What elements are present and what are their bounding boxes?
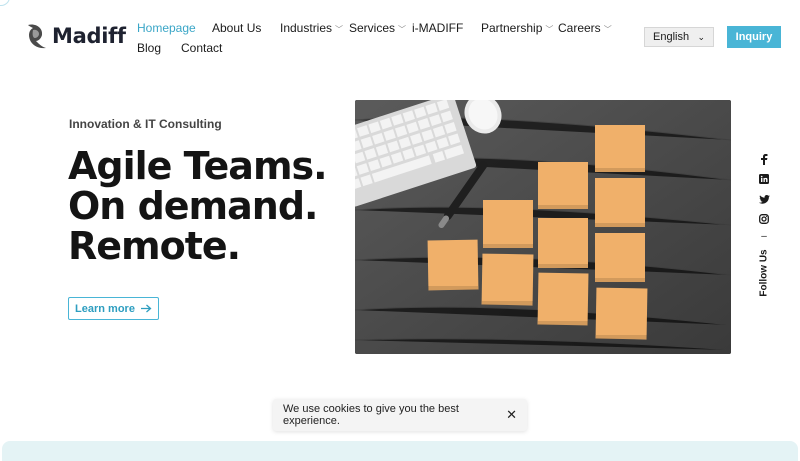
arrow-right-icon bbox=[140, 304, 152, 313]
learn-more-button[interactable]: Learn more bbox=[68, 297, 159, 320]
chevron-down-icon: ﹀ bbox=[335, 25, 344, 34]
desk-sticky-notes-illustration bbox=[355, 100, 731, 354]
hero-headline: Agile Teams. On demand. Remote. bbox=[68, 144, 328, 268]
learn-more-label: Learn more bbox=[75, 302, 135, 315]
chevron-down-icon: ﹀ bbox=[603, 25, 612, 34]
nav-item-careers[interactable]: Careers ﹀ bbox=[558, 21, 612, 35]
decorative-ring bbox=[0, 0, 10, 6]
facebook-icon[interactable] bbox=[757, 152, 771, 166]
nav-item-about-us[interactable]: About Us bbox=[212, 21, 261, 35]
nav-item-partnership[interactable]: Partnership ﹀ bbox=[481, 21, 553, 35]
nav-item-services[interactable]: Services ﹀ bbox=[349, 21, 406, 35]
instagram-icon[interactable] bbox=[757, 212, 771, 226]
brand-mark-icon bbox=[28, 24, 46, 49]
nav-item-industries[interactable]: Industries ﹀ bbox=[280, 21, 343, 35]
headline-line: Remote. bbox=[68, 224, 241, 268]
close-icon[interactable]: ✕ bbox=[506, 407, 517, 423]
footer-section-edge bbox=[2, 441, 798, 461]
social-links: – bbox=[756, 152, 772, 242]
headline-line: On demand. bbox=[68, 184, 318, 228]
chevron-down-icon: ﹀ bbox=[398, 25, 407, 34]
cookie-banner: We use cookies to give you the best expe… bbox=[273, 399, 527, 431]
inquiry-button-label: Inquiry bbox=[735, 31, 773, 43]
language-selected-value: English bbox=[653, 31, 690, 43]
linkedin-icon[interactable] bbox=[757, 172, 771, 186]
nav-item-blog[interactable]: Blog bbox=[137, 41, 161, 55]
hero-image bbox=[355, 100, 731, 354]
inquiry-button[interactable]: Inquiry bbox=[727, 26, 781, 48]
brand-logo[interactable]: Madiff bbox=[24, 22, 126, 50]
follow-us-label: Follow Us bbox=[758, 249, 770, 297]
nav-item-contact[interactable]: Contact bbox=[181, 41, 222, 55]
twitter-icon[interactable] bbox=[757, 192, 771, 206]
divider-dash: – bbox=[761, 231, 767, 242]
language-select[interactable]: English ⌄ bbox=[644, 27, 714, 47]
chevron-down-icon: ﹀ bbox=[545, 25, 554, 34]
chevron-updown-icon: ⌄ bbox=[697, 31, 705, 42]
headline-line: Agile Teams. bbox=[68, 144, 328, 188]
cookie-message: We use cookies to give you the best expe… bbox=[283, 403, 459, 427]
nav-item-homepage[interactable]: Homepage bbox=[137, 21, 196, 35]
nav-item-i-madiff[interactable]: i-MADIFF bbox=[412, 21, 463, 35]
brand-name: Madiff bbox=[52, 24, 126, 48]
hero-eyebrow: Innovation & IT Consulting bbox=[69, 117, 222, 131]
